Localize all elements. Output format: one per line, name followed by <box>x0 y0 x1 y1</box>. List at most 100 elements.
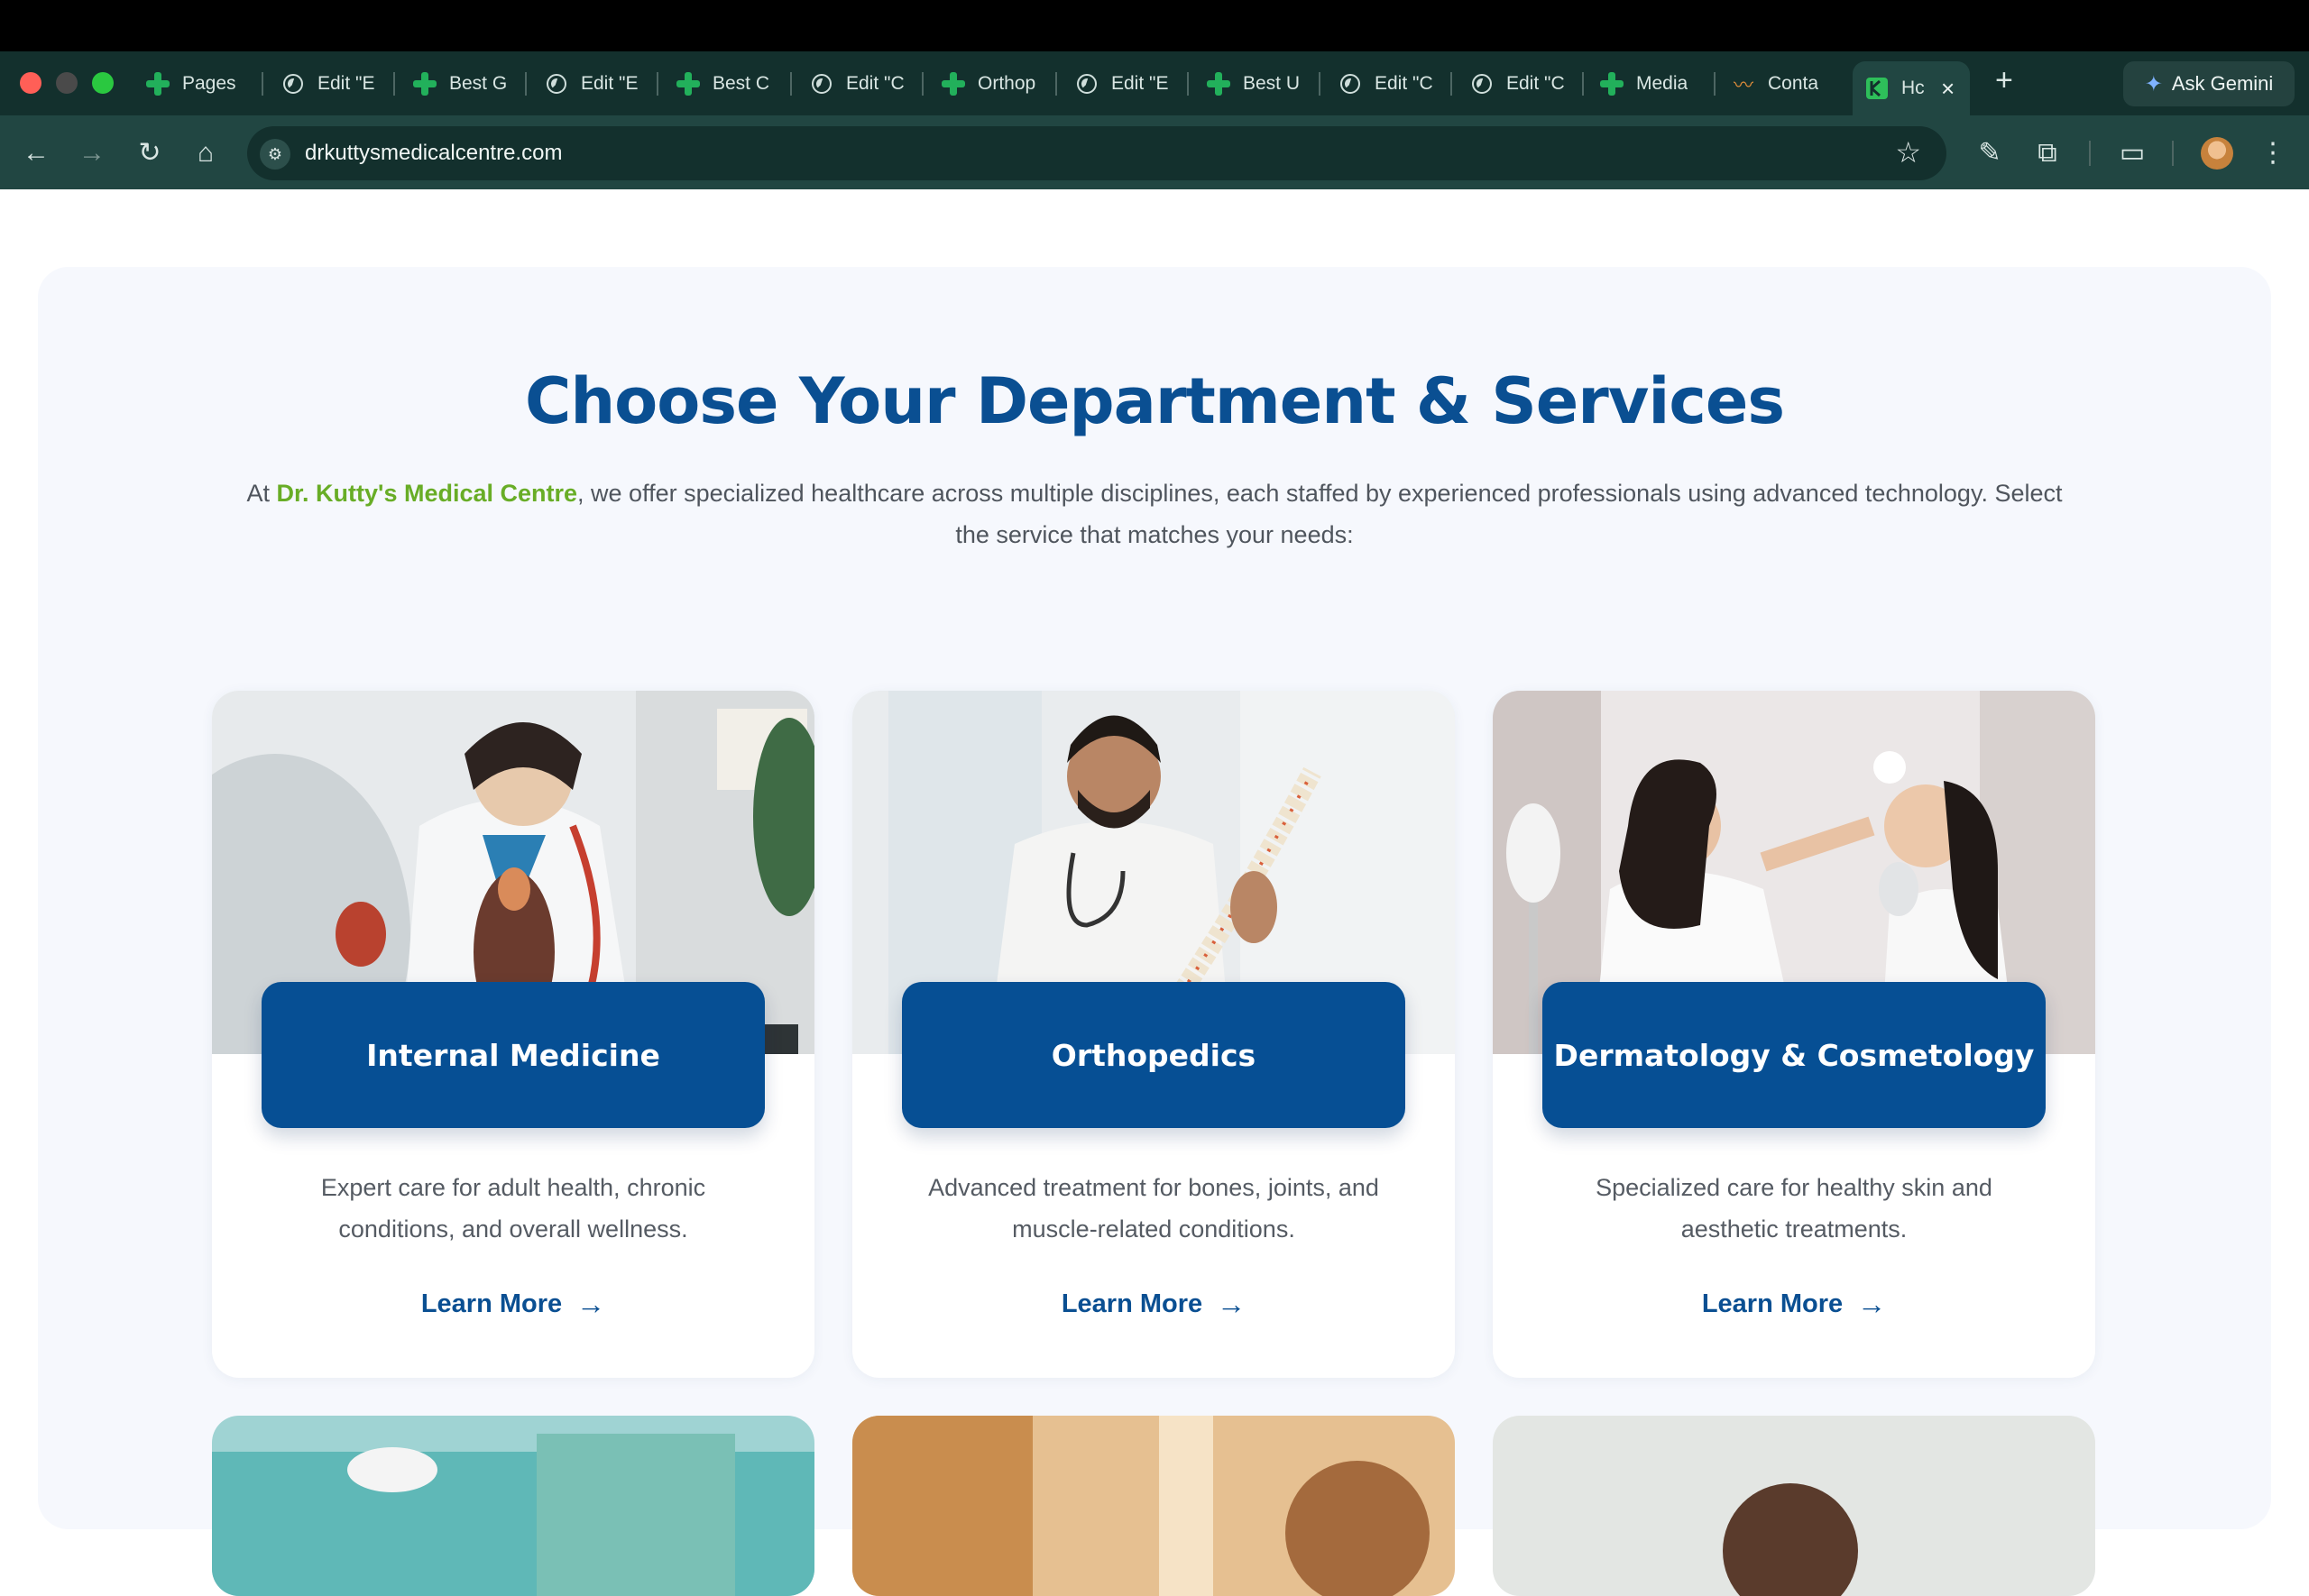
close-tab-icon[interactable]: × <box>1941 75 1955 103</box>
tab-search-icon[interactable]: ▭ <box>2114 135 2150 171</box>
zoom-window-button[interactable] <box>92 72 114 94</box>
tab-edit-6[interactable]: Edit "C <box>1470 61 1569 106</box>
department-card-partial-2 <box>852 1416 1455 1596</box>
tab-best-g[interactable]: Best G <box>413 61 512 106</box>
partial-photo-2 <box>852 1416 1455 1596</box>
globe-icon <box>545 72 568 96</box>
tab-home-active[interactable]: Hc × <box>1853 61 1970 115</box>
department-card-partial-3 <box>1493 1416 2095 1596</box>
intro-text: , we offer specialized healthcare across… <box>577 480 2063 548</box>
gemini-sparkle-icon: ✦ <box>2144 71 2163 96</box>
tab-edit-1[interactable]: Edit "E <box>281 61 381 106</box>
learn-more-label: Learn More <box>1061 1289 1203 1318</box>
close-window-button[interactable] <box>20 72 41 94</box>
section-heading: Choose Your Department & Services <box>524 364 1785 438</box>
tab-separator <box>1450 72 1452 96</box>
tab-separator <box>1714 72 1716 96</box>
tab-label: Pages <box>182 73 236 94</box>
learn-more-label: Learn More <box>1701 1289 1844 1318</box>
department-card-orthopedics: Orthopedics Advanced treatment for bones… <box>852 691 1455 1378</box>
k-logo-icon <box>1865 77 1889 100</box>
intro-prefix: At <box>246 480 277 507</box>
card-title-badge[interactable]: Internal Medicine <box>262 982 765 1128</box>
reload-icon[interactable]: ↻ <box>132 135 168 171</box>
tab-label: Edit "C <box>846 73 905 94</box>
tab-separator <box>525 72 527 96</box>
card-title-badge[interactable]: Dermatology & Cosmetology <box>1542 982 2046 1128</box>
eyedropper-icon[interactable]: ✎ <box>1972 135 2008 171</box>
tab-label: Hc <box>1901 78 1925 98</box>
tab-edit-4[interactable]: Edit "E <box>1075 61 1174 106</box>
tab-orthop[interactable]: Orthop <box>942 61 1041 106</box>
section-intro: At Dr. Kutty's Medical Centre, we offer … <box>235 472 2074 555</box>
address-bar[interactable]: ⚙ drkuttysmedicalcentre.com ☆ <box>247 126 1946 180</box>
medical-cross-icon <box>146 72 170 96</box>
new-tab-button[interactable]: + <box>1995 63 2013 98</box>
back-arrow-icon[interactable]: ← <box>18 135 54 171</box>
tab-edit-3[interactable]: Edit "C <box>810 61 909 106</box>
card-description: Expert care for adult health, chronic co… <box>320 1174 706 1243</box>
globe-icon <box>810 72 833 96</box>
tab-label: Media <box>1636 73 1688 94</box>
site-settings-icon[interactable]: ⚙ <box>260 139 290 170</box>
tab-best-u[interactable]: Best U <box>1207 61 1306 106</box>
tab-label: Edit "C <box>1375 73 1433 94</box>
tab-separator <box>1582 72 1584 96</box>
ask-gemini-label: Ask Gemini <box>2171 72 2274 95</box>
minimize-window-button[interactable] <box>56 72 78 94</box>
arrow-right-icon: → <box>576 1288 606 1320</box>
tab-edit-5[interactable]: Edit "C <box>1338 61 1438 106</box>
learn-more-link[interactable]: Learn More → <box>852 1288 1455 1321</box>
profile-avatar[interactable] <box>2201 137 2233 170</box>
home-icon[interactable]: ⌂ <box>188 135 224 171</box>
partial-photo-1 <box>212 1416 814 1596</box>
globe-icon <box>281 72 305 96</box>
tab-separator <box>922 72 924 96</box>
menu-bar-area <box>0 0 2309 51</box>
tab-label: Edit "C <box>1506 73 1565 94</box>
toolbar-divider <box>2172 141 2174 166</box>
medical-cross-icon <box>1600 72 1624 96</box>
toolbar-divider <box>2089 141 2091 166</box>
tab-separator <box>1055 72 1057 96</box>
tab-edit-2[interactable]: Edit "E <box>545 61 644 106</box>
medical-cross-icon <box>1207 72 1230 96</box>
learn-more-label: Learn More <box>420 1289 563 1318</box>
tab-label: Best G <box>449 73 508 94</box>
tab-label: Edit "E <box>581 73 639 94</box>
more-menu-icon[interactable]: ⋮ <box>2255 135 2291 171</box>
tab-separator <box>657 72 658 96</box>
tab-contact[interactable]: 〰 Conta <box>1732 61 1831 106</box>
tab-label: Best C <box>713 73 770 94</box>
tab-separator <box>262 72 263 96</box>
tab-label: Conta <box>1768 73 1819 94</box>
forward-arrow-icon[interactable]: → <box>74 135 110 171</box>
tab-best-c[interactable]: Best C <box>676 61 776 106</box>
globe-icon <box>1075 72 1099 96</box>
tab-label: Orthop <box>978 73 1036 94</box>
partial-photo-3 <box>1493 1416 2095 1596</box>
card-description: Specialized care for healthy skin and ae… <box>1596 1174 1992 1243</box>
arrow-right-icon: → <box>1857 1288 1887 1320</box>
bookmark-star-icon[interactable]: ☆ <box>1895 135 1921 170</box>
wave-logo-icon: 〰 <box>1733 74 1753 96</box>
medical-cross-icon <box>942 72 965 96</box>
arrow-right-icon: → <box>1217 1288 1246 1320</box>
tab-separator <box>1187 72 1189 96</box>
tab-label: Edit "E <box>1111 73 1169 94</box>
medical-cross-icon <box>413 72 437 96</box>
tab-pages[interactable]: Pages <box>146 61 245 106</box>
tab-media[interactable]: Media <box>1600 61 1699 106</box>
ask-gemini-button[interactable]: ✦ Ask Gemini <box>2123 61 2295 106</box>
brand-name: Dr. Kutty's Medical Centre <box>276 480 578 507</box>
url-text[interactable]: drkuttysmedicalcentre.com <box>305 141 562 166</box>
globe-icon <box>1338 72 1362 96</box>
extensions-puzzle-icon[interactable]: ⧉ <box>2029 135 2065 171</box>
department-card-dermatology: Dermatology & Cosmetology Specialized ca… <box>1493 691 2095 1378</box>
department-card-internal-medicine: Internal Medicine Expert care for adult … <box>212 691 814 1378</box>
learn-more-link[interactable]: Learn More → <box>1493 1288 2095 1321</box>
card-description: Advanced treatment for bones, joints, an… <box>928 1174 1379 1243</box>
tab-separator <box>393 72 395 96</box>
card-title-badge[interactable]: Orthopedics <box>902 982 1405 1128</box>
learn-more-link[interactable]: Learn More → <box>212 1288 814 1321</box>
